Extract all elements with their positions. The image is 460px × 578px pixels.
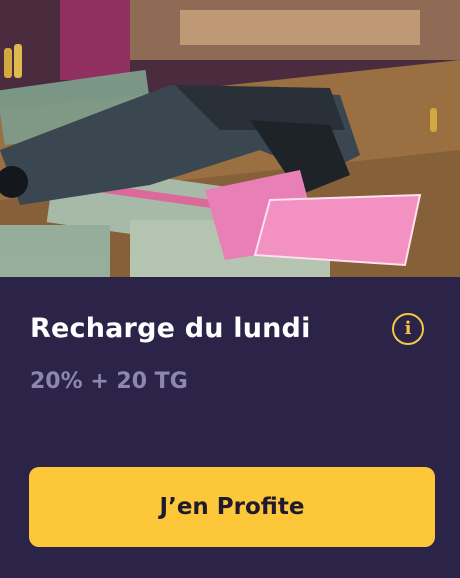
promo-subtitle: 20% + 20 TG [30,369,188,394]
promo-details: Recharge du lundi i 20% + 20 TG J’en Pro… [0,277,460,578]
claim-offer-button[interactable]: J’en Profite [29,467,435,547]
promo-image [0,0,460,277]
promo-title: Recharge du lundi [30,313,311,344]
info-icon[interactable]: i [392,313,424,345]
promo-card: Recharge du lundi i 20% + 20 TG J’en Pro… [0,0,460,578]
